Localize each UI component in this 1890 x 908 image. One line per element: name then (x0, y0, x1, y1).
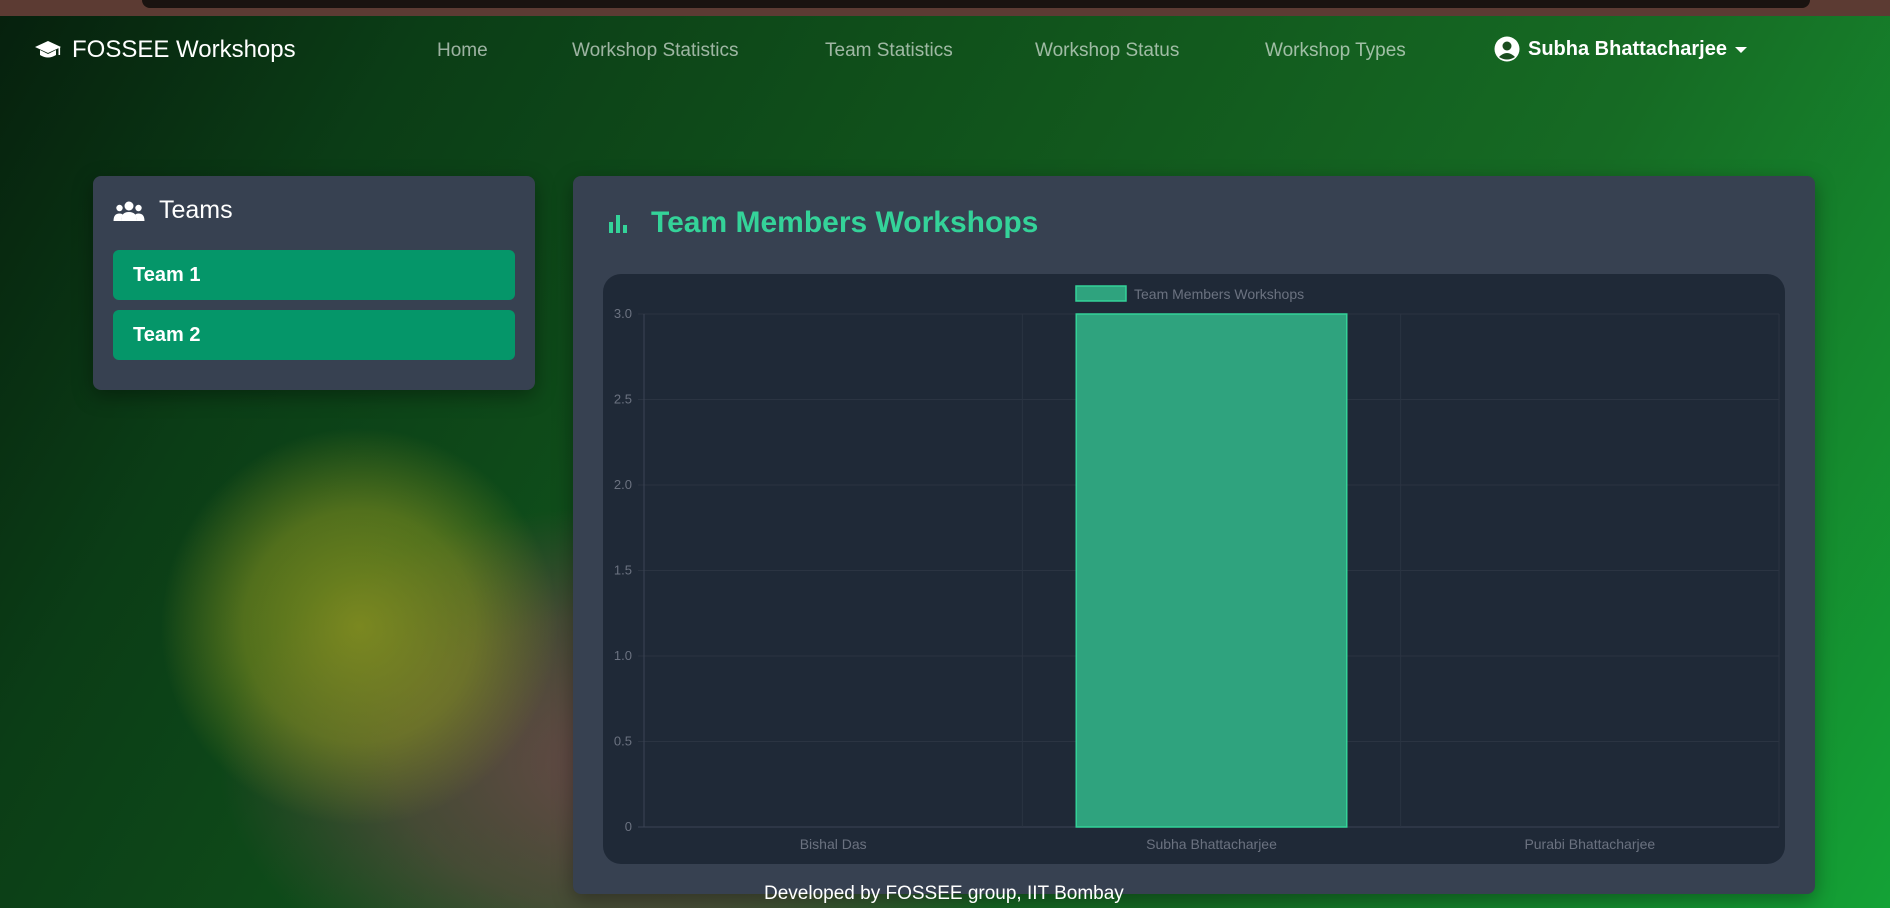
y-tick-label: 1.0 (614, 648, 632, 663)
chevron-down-icon (1734, 47, 1747, 53)
legend-label[interactable]: Team Members Workshops (1134, 286, 1304, 302)
team-2-button[interactable]: Team 2 (113, 310, 515, 360)
chart-panel: 0 0.5 1.0 1.5 2.0 2.5 3.0 Bishal Das Subha Bhat… (603, 274, 1785, 864)
team-1-button[interactable]: Team 1 (113, 250, 515, 300)
legend-swatch[interactable] (1075, 285, 1127, 302)
top-strip-bar (142, 0, 1810, 8)
footer-text: Developed by FOSSEE group, IIT Bombay (764, 883, 1124, 904)
y-tick-label: 1.5 (614, 563, 632, 578)
user-menu-toggle[interactable]: Subha Bhattacharjee (1494, 36, 1747, 62)
navbar: FOSSEE Workshops Home Workshop Statistic… (0, 16, 1890, 86)
chart-card: Team Members Workshops 0 0.5 1.0 1.5 2.0 2.5 3… (573, 176, 1815, 894)
user-name: Subha Bhattacharjee (1528, 37, 1727, 60)
nav-home[interactable]: Home (437, 40, 488, 62)
y-tick-label: 2.0 (614, 477, 632, 492)
nav-workshop-status[interactable]: Workshop Status (1035, 40, 1179, 62)
teams-card: Teams Team 1 Team 2 (93, 176, 535, 390)
users-icon (113, 201, 145, 221)
brand-label: FOSSEE Workshops (72, 36, 296, 63)
bar-chart-icon (609, 215, 627, 233)
y-tick-label: 0 (625, 819, 632, 834)
teams-header: Teams (113, 196, 233, 225)
x-tick-label: Subha Bhattacharjee (1146, 836, 1277, 852)
nav-team-statistics[interactable]: Team Statistics (825, 40, 953, 62)
teams-title: Teams (159, 196, 233, 224)
y-tick-label: 2.5 (614, 392, 632, 407)
nav-workshop-types[interactable]: Workshop Types (1265, 40, 1406, 62)
bar[interactable] (1075, 313, 1348, 828)
user-circle-icon (1494, 36, 1520, 62)
y-tick-label: 3.0 (614, 306, 632, 321)
x-tick-label: Bishal Das (800, 836, 867, 852)
x-tick-label: Purabi Bhattacharjee (1524, 836, 1655, 852)
chart-title-text: Team Members Workshops (651, 206, 1039, 239)
team-members-workshops-chart: 0 0.5 1.0 1.5 2.0 2.5 3.0 Bishal Das Subha Bhat… (614, 285, 1780, 852)
chart-title: Team Members Workshops (607, 206, 1038, 240)
brand-link[interactable]: FOSSEE Workshops (34, 36, 296, 64)
graduation-cap-icon (35, 41, 61, 58)
y-tick-label: 0.5 (614, 734, 632, 749)
browser-top-strip (0, 0, 1890, 16)
nav-workshop-statistics[interactable]: Workshop Statistics (572, 40, 738, 62)
